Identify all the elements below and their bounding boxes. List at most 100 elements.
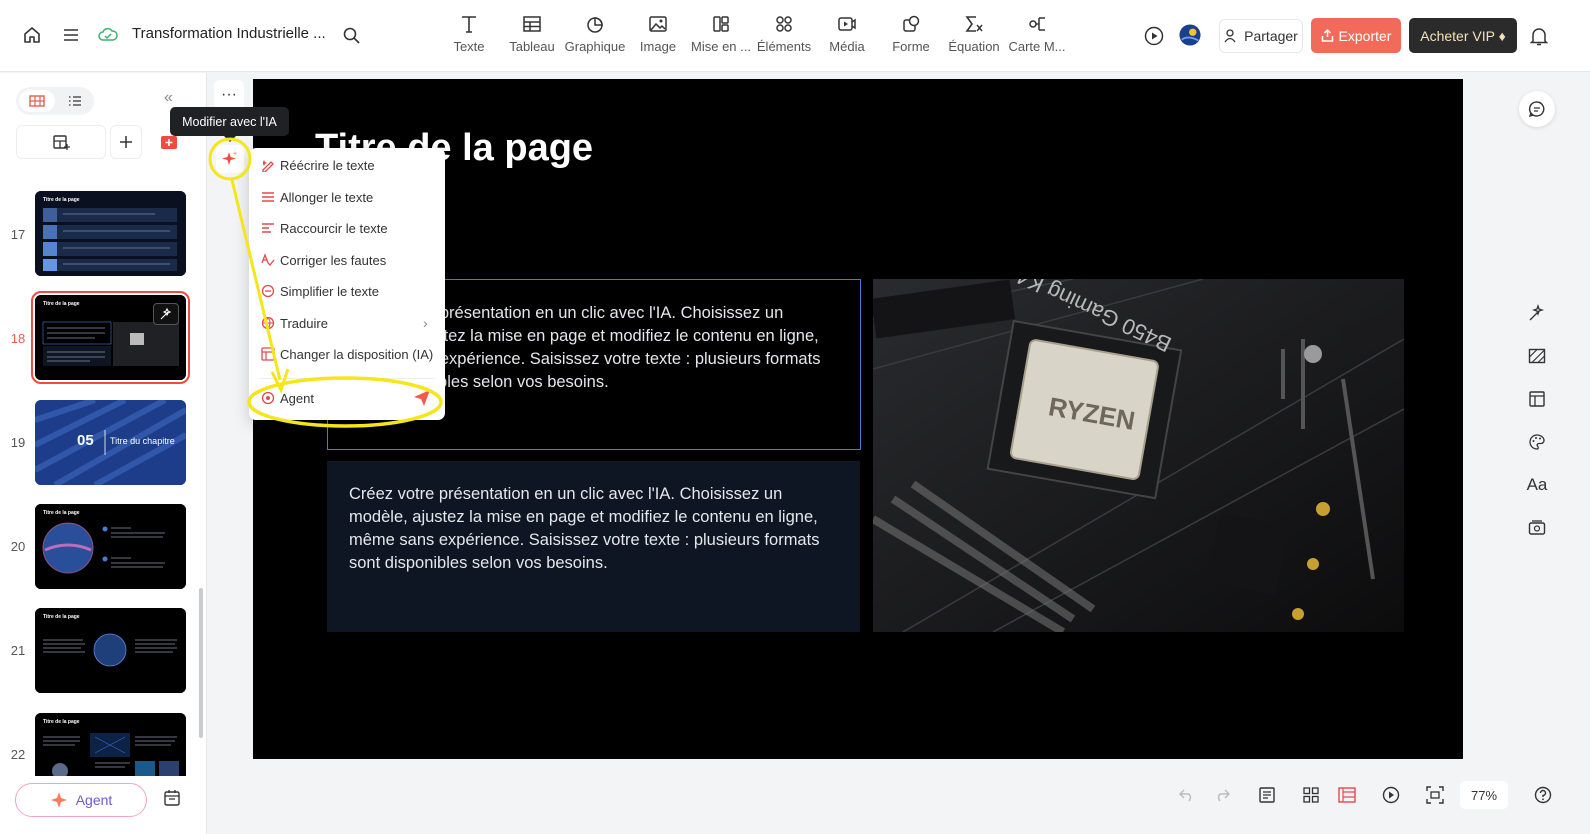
home-icon[interactable] <box>21 24 43 46</box>
template-icon[interactable] <box>1526 388 1548 410</box>
tooltip-modify-with-ai: Modifier avec l'IA <box>170 107 289 142</box>
slide-thumbnail-18[interactable]: Titre de la page <box>31 291 190 384</box>
slide-number: 20 <box>10 539 26 554</box>
motherboard-image: RYZEN B450 Gaming K4 <box>873 279 1404 632</box>
slide-view-icon[interactable] <box>1336 784 1358 806</box>
text-paragraph[interactable]: Créez votre présentation en un clic avec… <box>349 483 844 575</box>
new-page-layout-button[interactable] <box>16 125 106 159</box>
chat-icon <box>1528 101 1545 118</box>
tool-chart[interactable]: Graphique <box>560 14 630 60</box>
motherboard-photo[interactable]: RYZEN B450 Gaming K4 <box>873 279 1404 632</box>
chapter-title: Titre du chapitre <box>110 436 175 446</box>
menu-item-agent[interactable]: Agent <box>249 383 445 413</box>
add-slide-button[interactable] <box>110 125 142 159</box>
table-icon <box>523 16 541 32</box>
slide-thumbnail-19[interactable]: 05 Titre du chapitre <box>35 400 186 485</box>
ai-magic-icon <box>160 307 172 320</box>
slides-scrollbar[interactable] <box>199 588 203 738</box>
tool-media[interactable]: Média <box>812 14 882 60</box>
tool-text[interactable]: Texte <box>434 14 504 60</box>
ai-edit-menu: Réécrire le texte Allonger le texte Racc… <box>249 148 445 420</box>
menu-divider <box>259 378 435 379</box>
tool-shape[interactable]: Forme <box>876 14 946 60</box>
theme-palette-icon[interactable] <box>1526 431 1548 453</box>
share-button[interactable]: Partager <box>1219 19 1303 53</box>
slides-panel: « 17 Titre de la page 18 Titre de la pag… <box>0 73 207 834</box>
layout-icon <box>713 16 729 32</box>
more-options-button[interactable]: ··· <box>214 80 244 110</box>
thumbnail-content <box>35 504 186 589</box>
chart-icon <box>587 17 603 33</box>
grid-view-icon[interactable] <box>1300 784 1322 806</box>
notification-bell-icon[interactable] <box>1528 25 1550 47</box>
comments-button[interactable] <box>1519 91 1555 127</box>
spellcheck-icon <box>261 253 275 266</box>
menu-icon[interactable] <box>60 24 82 46</box>
fit-screen-icon[interactable] <box>1424 784 1446 806</box>
slide-thumbnail-17[interactable]: Titre de la page <box>35 191 186 276</box>
document-title[interactable]: Transformation Industrielle ... <box>132 25 326 42</box>
agent-icon <box>261 391 275 405</box>
menu-item-change-layout[interactable]: Changer la disposition (IA) <box>249 339 445 369</box>
text-icon <box>462 16 476 33</box>
mindmap-icon <box>1029 17 1045 31</box>
grid-view-tab[interactable] <box>19 90 55 112</box>
add-layout-icon <box>53 135 70 150</box>
slides-view-icon <box>29 95 45 107</box>
avatar[interactable] <box>1179 24 1201 46</box>
font-icon[interactable]: Aa <box>1526 474 1548 496</box>
top-toolbar: Transformation Industrielle ... Texte Ta… <box>0 0 1590 72</box>
list-view-icon <box>69 96 81 106</box>
tool-table[interactable]: Tableau <box>497 14 567 60</box>
play-icon[interactable] <box>1143 25 1165 47</box>
slide-number: 18 <box>10 331 26 346</box>
undo-icon[interactable] <box>1176 784 1198 806</box>
text-box[interactable]: Créez votre présentation en un clic avec… <box>327 461 860 632</box>
slide-number: 21 <box>10 643 26 658</box>
export-button[interactable]: Exporter <box>1311 18 1401 53</box>
slide-number: 22 <box>10 747 26 762</box>
rewrite-icon <box>262 160 274 172</box>
thumbnail-content <box>35 608 186 693</box>
agent-button[interactable]: Agent <box>15 783 147 817</box>
list-view-tab[interactable] <box>58 90 92 112</box>
tool-mindmap[interactable]: Carte M... <box>1002 14 1072 60</box>
chapter-number: 05 <box>77 432 94 449</box>
ai-edit-button[interactable] <box>216 145 244 173</box>
sparkle-icon <box>222 151 238 165</box>
slide-thumbnail-22[interactable]: Titre de la page <box>35 713 186 776</box>
buy-vip-button[interactable]: Acheter VIP ♦ <box>1409 18 1517 53</box>
notes-icon[interactable] <box>1256 784 1278 806</box>
tool-equation[interactable]: Équation <box>939 14 1009 60</box>
view-toggle <box>16 87 94 115</box>
tool-layout[interactable]: Mise en ... <box>686 14 756 60</box>
menu-item-fix-typos[interactable]: Corriger les fautes <box>249 245 445 275</box>
calendar-icon[interactable] <box>161 787 183 809</box>
zoom-level[interactable]: 77% <box>1460 781 1508 809</box>
send-icon[interactable] <box>413 389 431 407</box>
background-icon[interactable] <box>1526 345 1548 367</box>
redo-icon[interactable] <box>1211 784 1233 806</box>
user-add-icon <box>1224 29 1236 43</box>
menu-item-translate[interactable]: Traduire › <box>249 308 445 338</box>
slide-thumbnail-20[interactable]: Titre de la page <box>35 504 186 589</box>
menu-item-shorten[interactable]: Raccourcir le texte <box>249 213 445 243</box>
media-library-icon[interactable] <box>1526 517 1548 539</box>
help-icon[interactable] <box>1532 784 1554 806</box>
collapse-panel-icon[interactable]: « <box>164 89 173 107</box>
cloud-saved-icon <box>97 24 119 46</box>
elements-icon <box>776 16 792 32</box>
export-icon <box>1321 29 1333 42</box>
tool-image[interactable]: Image <box>623 14 693 60</box>
shorten-icon <box>262 223 274 233</box>
menu-item-rewrite[interactable]: Réécrire le texte <box>249 150 445 180</box>
slide-thumbnail-21[interactable]: Titre de la page <box>35 608 186 693</box>
menu-item-lengthen[interactable]: Allonger le texte <box>249 182 445 212</box>
tool-elements[interactable]: Éléments <box>749 14 819 60</box>
ai-magic-icon[interactable] <box>1526 302 1548 324</box>
present-icon[interactable] <box>1380 784 1402 806</box>
slide-ai-badge[interactable] <box>153 303 179 325</box>
menu-item-simplify[interactable]: Simplifier le texte <box>249 276 445 306</box>
layout-change-icon <box>261 347 275 361</box>
search-icon[interactable] <box>340 24 362 46</box>
